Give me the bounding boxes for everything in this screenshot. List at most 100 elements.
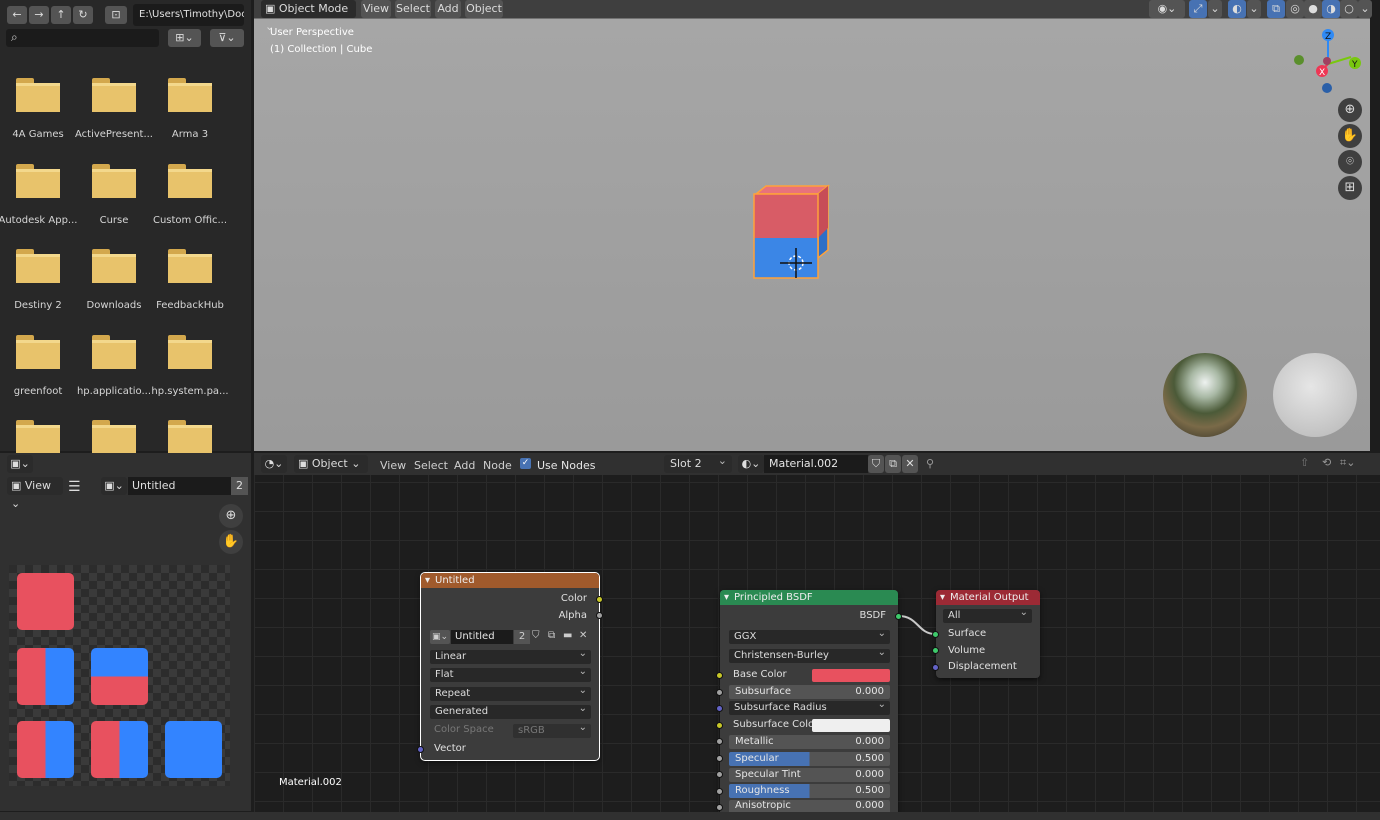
rendered-shading-icon[interactable]: ○ — [1340, 0, 1358, 18]
anisotropic-socket[interactable] — [716, 804, 723, 811]
subsurface-socket[interactable] — [716, 689, 723, 696]
open-folder-icon[interactable]: ▬ — [563, 630, 572, 641]
base-color-socket[interactable] — [716, 672, 723, 679]
wireframe-shading-icon[interactable]: ◎ — [1286, 0, 1304, 18]
folder-icon[interactable] — [92, 78, 136, 112]
editor-type-icon[interactable]: ▣⌄ — [7, 455, 33, 473]
cube-object[interactable] — [744, 180, 844, 290]
camera-icon[interactable]: ⌾ — [1338, 150, 1362, 174]
duplicate-icon[interactable]: ⧉ — [548, 630, 555, 641]
menu-view[interactable]: View — [361, 0, 391, 18]
projection-dropdown[interactable]: Flat — [430, 665, 591, 682]
browse-image-icon[interactable]: ▣⌄ — [101, 477, 127, 495]
extension-dropdown[interactable]: Repeat — [430, 684, 591, 701]
vector-socket[interactable] — [417, 746, 424, 753]
shading-dropdown-icon[interactable]: ⌄ — [1358, 0, 1372, 18]
image-texture-node[interactable]: Untitled Color Alpha ▣⌄ Untitled 2 ⛉ ⧉ ▬… — [417, 572, 603, 761]
refresh-icon[interactable]: ↻ — [73, 6, 93, 24]
anisotropic-field[interactable]: Anisotropic 0.000 — [729, 800, 890, 812]
path-field[interactable]: E:\Users\Timothy\Doc... — [133, 4, 244, 26]
folder-icon[interactable] — [168, 335, 212, 369]
color-socket[interactable] — [596, 596, 603, 603]
overlay-dropdown-icon[interactable]: ⌄ — [1247, 0, 1261, 18]
folder-icon[interactable] — [92, 420, 136, 454]
subsurface-radius-socket[interactable] — [716, 705, 723, 712]
subsurface-method-dropdown[interactable]: Christensen-Burley — [729, 646, 890, 663]
material-shading-icon[interactable]: ◑ — [1322, 0, 1340, 18]
source-dropdown[interactable]: Generated — [430, 702, 591, 719]
base-color-swatch[interactable] — [812, 669, 890, 682]
mode-dropdown[interactable]: ▣ Object Mode ⌄ — [261, 0, 356, 33]
specular-socket[interactable] — [716, 755, 723, 762]
roughness-socket[interactable] — [716, 788, 723, 795]
distribution-dropdown[interactable]: GGX — [729, 627, 890, 644]
hand-pan-icon[interactable]: ✋ — [1338, 124, 1362, 148]
surface-socket[interactable] — [932, 631, 939, 638]
node-header[interactable]: Material Output — [936, 590, 1040, 605]
alpha-socket[interactable] — [596, 612, 603, 619]
shader-node-editor[interactable]: ◔⌄ ▣ Object ⌄ View Select Add Node ✓ Use… — [254, 452, 1380, 812]
folder-icon[interactable] — [168, 164, 212, 198]
folder-icon[interactable] — [168, 78, 212, 112]
visibility-icon[interactable]: ◉⌄ — [1149, 0, 1185, 18]
interpolation-dropdown[interactable]: Linear — [430, 647, 591, 664]
forward-arrow-icon[interactable]: → — [29, 6, 49, 24]
folder-icon[interactable] — [16, 249, 60, 283]
folder-icon[interactable] — [16, 78, 60, 112]
metallic-field[interactable]: Metallic 0.000 — [729, 735, 890, 749]
gizmo-toggle-icon[interactable]: ⤢ — [1189, 0, 1207, 18]
menu-add[interactable]: Add — [435, 0, 461, 18]
folder-icon[interactable] — [16, 420, 60, 454]
image-browse-icon[interactable]: ▣⌄ — [430, 630, 450, 644]
roughness-field[interactable]: Roughness 0.500 — [729, 784, 890, 798]
subsurface-color-swatch[interactable] — [812, 719, 890, 732]
fake-user-icon[interactable]: ⛉ — [532, 630, 540, 641]
image-users-count[interactable]: 2 — [231, 477, 248, 495]
folder-icon[interactable] — [92, 249, 136, 283]
specular-tint-socket[interactable] — [716, 771, 723, 778]
zoom-icon[interactable]: ⊕ — [219, 504, 243, 528]
target-dropdown[interactable]: All — [943, 606, 1032, 623]
xray-icon[interactable]: ⧉ — [1267, 0, 1285, 18]
hamburger-menu-icon[interactable]: ☰ — [68, 479, 81, 495]
close-icon[interactable]: ✕ — [579, 630, 587, 641]
gizmo-dropdown-icon[interactable]: ⌄ — [1208, 0, 1222, 18]
search-input[interactable]: ⌕ — [6, 29, 159, 47]
image-name-field[interactable]: Untitled — [128, 477, 231, 495]
image-users-count[interactable]: 2 — [514, 630, 530, 644]
navigation-gizmo[interactable]: Z Y X — [1288, 26, 1368, 96]
new-folder-icon[interactable]: ⊡ — [105, 6, 127, 24]
image-canvas[interactable] — [9, 565, 230, 786]
folder-icon[interactable] — [16, 335, 60, 369]
subsurface-color-socket[interactable] — [716, 722, 723, 729]
folder-icon[interactable] — [168, 249, 212, 283]
view-menu[interactable]: ▣ View ⌄ — [7, 477, 63, 510]
image-name-field[interactable]: Untitled — [451, 630, 513, 644]
node-header[interactable]: Principled BSDF — [720, 590, 898, 605]
specular-tint-field[interactable]: Specular Tint 0.000 — [729, 768, 890, 782]
back-arrow-icon[interactable]: ← — [7, 6, 27, 24]
displacement-socket[interactable] — [932, 664, 939, 671]
subsurface-field[interactable]: Subsurface 0.000 — [729, 685, 890, 699]
volume-socket[interactable] — [932, 647, 939, 654]
hand-pan-icon[interactable]: ✋ — [219, 530, 243, 554]
folder-icon[interactable] — [92, 335, 136, 369]
menu-object[interactable]: Object — [465, 0, 503, 18]
grid-perspective-icon[interactable]: ⊞ — [1338, 176, 1362, 200]
bsdf-socket[interactable] — [895, 613, 902, 620]
node-header[interactable]: Untitled — [421, 573, 599, 588]
folder-icon[interactable] — [168, 420, 212, 454]
material-output-node[interactable]: Material Output All Surface Volume Displ… — [932, 590, 1040, 678]
folder-icon[interactable] — [16, 164, 60, 198]
specular-field[interactable]: Specular 0.500 — [729, 752, 890, 766]
metallic-socket[interactable] — [716, 738, 723, 745]
subsurface-radius-dropdown[interactable]: Subsurface Radius — [729, 698, 890, 715]
parent-directory-icon[interactable]: ↑ — [51, 6, 71, 24]
principled-bsdf-node[interactable]: Principled BSDF BSDF GGX Christensen-Bur… — [716, 590, 902, 812]
3d-viewport[interactable]: ▣ Object Mode ⌄ View Select Add Object ◉… — [254, 0, 1372, 451]
filter-icon[interactable]: ⊽⌄ — [210, 29, 244, 47]
folder-icon[interactable] — [92, 164, 136, 198]
overlay-toggle-icon[interactable]: ◐ — [1228, 0, 1246, 18]
solid-shading-icon[interactable]: ● — [1304, 0, 1322, 18]
display-mode-icon[interactable]: ⊞⌄ — [168, 29, 201, 47]
